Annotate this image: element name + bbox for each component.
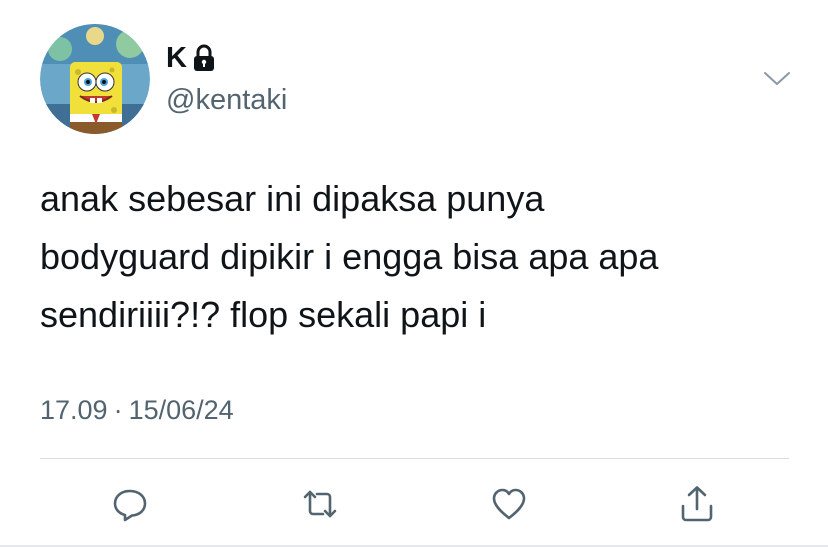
lock-icon bbox=[193, 44, 215, 72]
display-name[interactable]: K bbox=[166, 41, 215, 75]
timestamp-separator: · bbox=[113, 395, 123, 425]
reply-icon bbox=[113, 489, 147, 522]
display-name-text: K bbox=[166, 42, 187, 74]
tweet-time: 17.09 bbox=[40, 395, 108, 425]
heart-icon bbox=[492, 488, 526, 520]
tweet-date: 15/06/24 bbox=[128, 395, 234, 425]
retweet-icon bbox=[303, 490, 337, 518]
share-icon bbox=[681, 486, 713, 522]
user-handle[interactable]: @kentaki bbox=[166, 83, 287, 117]
share-button[interactable] bbox=[677, 484, 717, 524]
reply-button[interactable] bbox=[110, 484, 150, 524]
spongebob-avatar-icon bbox=[40, 24, 150, 134]
retweet-button[interactable] bbox=[300, 484, 340, 524]
avatar[interactable] bbox=[40, 24, 150, 134]
tweet-timestamp[interactable]: 17.09 · 15/06/24 bbox=[40, 393, 234, 427]
tweet-text: anak sebesar ini dipaksa punya bodyguard… bbox=[40, 178, 659, 335]
chevron-down-icon[interactable] bbox=[762, 70, 792, 88]
like-button[interactable] bbox=[489, 484, 529, 524]
divider bbox=[40, 458, 789, 459]
